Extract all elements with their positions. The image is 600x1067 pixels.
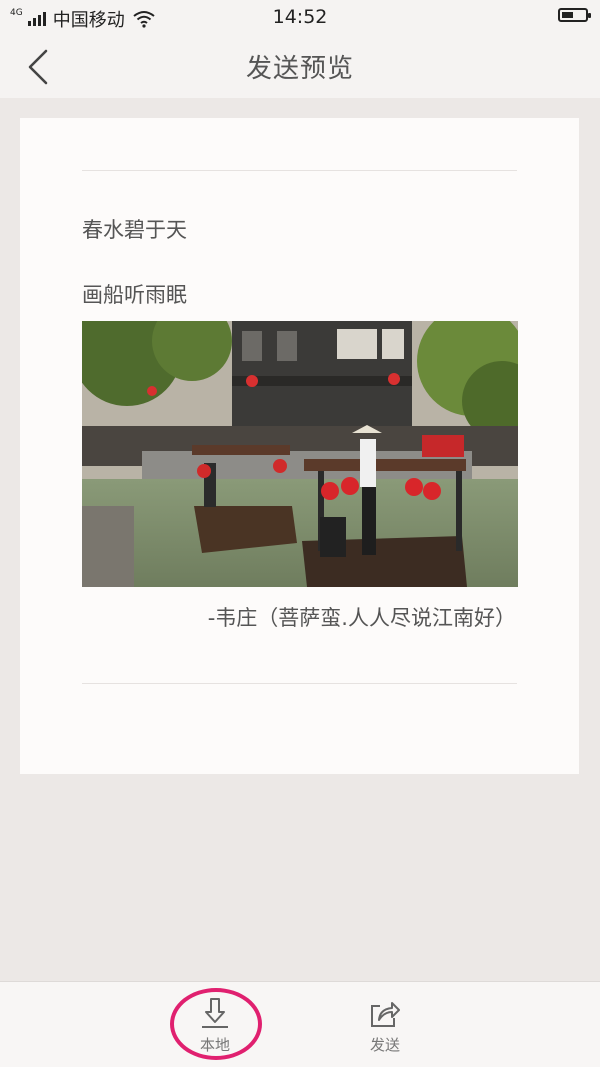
status-bar: 4G 中国移动 14:52 [0, 0, 600, 34]
send-button[interactable]: 发送 [340, 996, 430, 1055]
battery-icon [558, 8, 591, 22]
send-label: 发送 [369, 1036, 400, 1054]
page-title: 发送预览 [245, 54, 354, 84]
share-icon [371, 1002, 400, 1027]
battery-level [562, 12, 573, 18]
highlight-circle-annotation [170, 988, 262, 1060]
divider-bottom [82, 683, 517, 684]
bottom-toolbar: 本地 发送 [0, 981, 600, 1067]
status-time: 14:52 [272, 6, 328, 28]
poem-line-1: 春水碧于天 [82, 218, 187, 242]
divider-top [82, 170, 517, 171]
nav-bar: 发送预览 [0, 34, 600, 98]
preview-card: 春水碧于天 画船听雨眠 -韦庄（菩萨蛮.人人尽说江南好） [20, 118, 579, 774]
poem-line-2: 画船听雨眠 [82, 283, 187, 307]
poem-credit: -韦庄（菩萨蛮.人人尽说江南好） [207, 606, 516, 630]
canal-boats-photo [82, 321, 518, 587]
